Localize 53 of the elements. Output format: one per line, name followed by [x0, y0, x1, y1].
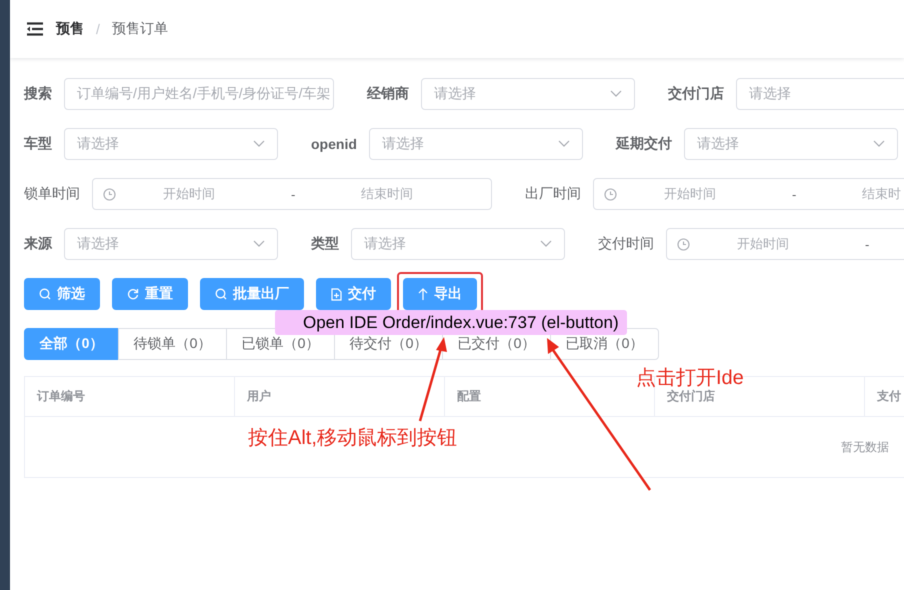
date-range-field[interactable]: 开始时间 - 结束时间 — [92, 178, 492, 210]
chevron-down-icon — [540, 240, 552, 248]
annotation-text: 按住Alt,移动鼠标到按钮 — [248, 426, 457, 451]
column-header: 订单编号 — [25, 377, 235, 416]
search-icon — [39, 288, 51, 300]
empty-text: 暂无数据 — [841, 438, 889, 456]
select-field[interactable]: 请选择 — [368, 128, 583, 160]
action-button[interactable]: 导出 — [403, 278, 477, 310]
clock-icon — [677, 238, 690, 250]
date-range-field[interactable]: 开始时间 - 结束时 — [593, 178, 904, 210]
field-label: 锁单时间 — [24, 185, 80, 203]
column-header: 用户 — [235, 377, 445, 416]
field-label: openid — [311, 136, 357, 152]
field-label: 车型 — [24, 135, 52, 153]
field-label: 来源 — [24, 235, 52, 253]
refresh-icon — [127, 288, 139, 300]
breadcrumb-separator: / — [96, 21, 100, 37]
clock-icon — [103, 188, 116, 200]
field-label: 出厂时间 — [525, 185, 581, 203]
text-field[interactable]: 订单编号/用户姓名/手机号/身份证号/车架 — [64, 78, 334, 110]
chevron-down-icon — [558, 140, 570, 148]
field-label: 延期交付 — [616, 135, 672, 153]
chevron-down-icon — [253, 240, 265, 248]
status-tab[interactable]: 全部（0） — [24, 328, 119, 360]
field-label: 搜索 — [24, 85, 52, 103]
chevron-down-icon — [872, 140, 885, 148]
document-icon — [331, 288, 342, 300]
breadcrumb-current: 预售订单 — [112, 20, 168, 38]
field-label: 经销商 — [367, 85, 409, 103]
action-button[interactable]: 重置 — [112, 278, 188, 310]
date-range-field[interactable]: 开始时间 - — [666, 228, 904, 260]
tooltip: Open IDE Order/index.vue:737 (el-button) — [275, 310, 627, 335]
action-button[interactable]: 批量出厂 — [200, 278, 304, 310]
breadcrumb-item[interactable]: 预售 — [56, 20, 84, 38]
chevron-down-icon — [610, 90, 622, 98]
field-label: 类型 — [311, 235, 339, 253]
field-label: 交付时间 — [598, 235, 654, 253]
select-field[interactable]: 请选择 — [421, 78, 635, 110]
column-header: 支付 — [865, 377, 904, 416]
menu-icon[interactable] — [26, 22, 44, 36]
clock-icon — [604, 188, 617, 200]
action-button[interactable]: 交付 — [316, 278, 391, 310]
text-field[interactable]: 请选择 — [736, 78, 904, 110]
status-tab[interactable]: 待锁单（0） — [118, 328, 227, 360]
select-field[interactable]: 请选择 — [64, 228, 278, 260]
select-field[interactable]: 请选择 — [351, 228, 565, 260]
select-field[interactable]: 请选择 — [64, 128, 278, 160]
search-icon — [215, 288, 227, 300]
arrow-up-icon — [418, 288, 428, 300]
field-label: 交付门店 — [668, 85, 724, 103]
chevron-down-icon — [253, 140, 265, 148]
select-field[interactable]: 请选择 — [684, 128, 898, 160]
action-button[interactable]: 筛选 — [24, 278, 100, 310]
